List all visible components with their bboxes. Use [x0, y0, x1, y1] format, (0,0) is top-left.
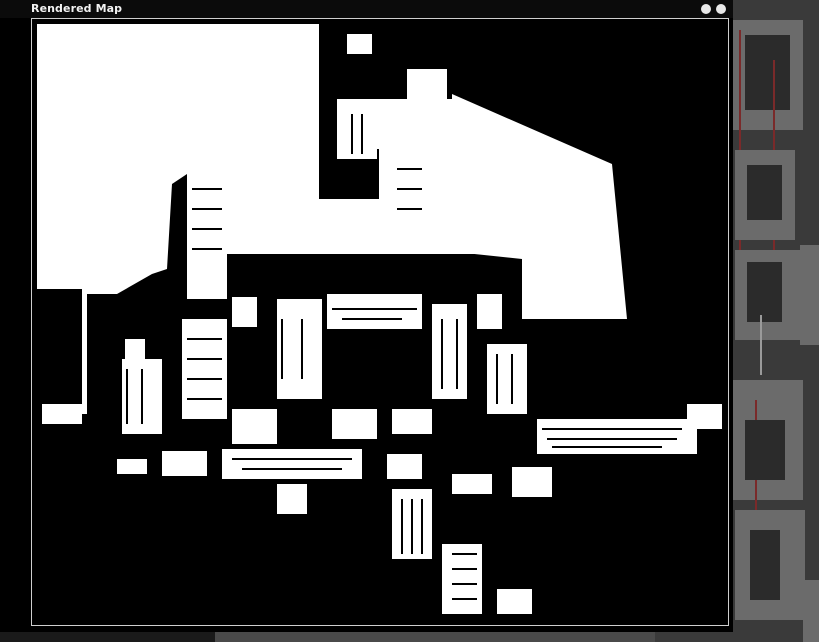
minimize-button[interactable]: [701, 4, 711, 14]
map-canvas[interactable]: [31, 18, 729, 626]
window-title: Rendered Map: [31, 2, 123, 15]
rendered-map-window[interactable]: Rendered Map: [0, 0, 733, 632]
rendered-map-image: [37, 24, 722, 614]
window-titlebar[interactable]: Rendered Map: [0, 0, 733, 18]
close-button[interactable]: [716, 4, 726, 14]
